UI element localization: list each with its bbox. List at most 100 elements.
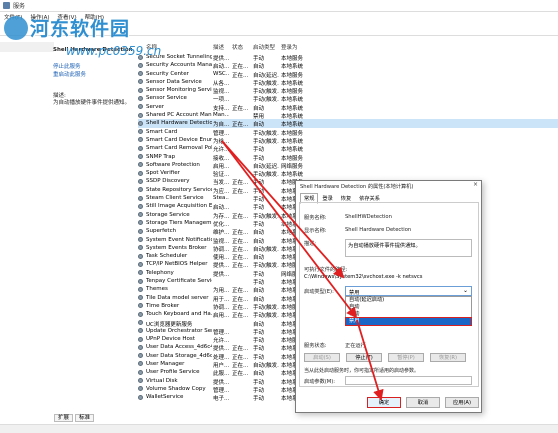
service-gear-icon: [138, 129, 143, 135]
table-row[interactable]: Software Protection启用...自动(延迟...网络服务: [138, 161, 558, 170]
table-row[interactable]: Smart Card管理...手动(触发...本地服务: [138, 128, 558, 137]
column-header: 名称 描述 状态 启动类型 登录为: [138, 42, 558, 52]
table-row[interactable]: Sensor Monitoring Service监视...手动(触发...本地…: [138, 86, 558, 95]
service-name-value: ShellHWDetection: [345, 214, 392, 220]
service-name-cell: Steam Client Service: [146, 195, 204, 202]
ok-button[interactable]: 确定: [367, 397, 401, 408]
service-status-label: 服务状态:: [304, 343, 327, 349]
dialog-title: Shell Hardware Detection 的属性(本地计算机): [300, 183, 414, 190]
service-name-cell: Superfetch: [146, 228, 177, 235]
service-gear-icon: [138, 311, 143, 317]
service-name-cell: Telephony: [146, 269, 174, 276]
service-gear-icon: [138, 336, 143, 342]
apply-button[interactable]: 应用(A): [445, 397, 479, 408]
table-row[interactable]: Shell Hardware Detection 为自... 正在... 自动 本地系统: [138, 119, 558, 128]
startup-type-value: 禁用: [349, 289, 360, 296]
service-gear-icon: [138, 369, 143, 375]
service-gear-icon: [138, 320, 143, 325]
service-desc-cell: Stea...: [213, 195, 229, 202]
startup-options-list: 自动(延迟启动) 自动 手动 禁用: [345, 296, 472, 326]
service-gear-icon: [138, 394, 143, 400]
properties-dialog: Shell Hardware Detection 的属性(本地计算机) × 常规…: [295, 180, 482, 413]
service-name-cell: Still Image Acquisition Ev...: [146, 203, 212, 210]
service-name-cell: Smart Card Removal Poli...: [146, 145, 212, 152]
service-gear-icon: [138, 270, 143, 276]
service-name-cell: Task Scheduler: [146, 253, 188, 260]
service-gear-icon: [138, 386, 143, 392]
service-name-cell: Tenpay Certificate Service: [146, 278, 212, 285]
table-row[interactable]: Smart Card Device Enum...为给...手动(触发...本地…: [138, 136, 558, 145]
service-name-cell: UPnP Device Host: [146, 336, 195, 343]
tab-standard[interactable]: 标准: [75, 414, 95, 422]
col-logon[interactable]: 登录为: [281, 43, 298, 51]
start-param-label: 启动参数(M):: [304, 379, 336, 385]
service-gear-icon: [138, 303, 143, 309]
service-gear-icon: [138, 237, 143, 243]
service-name-cell: WalletService: [146, 394, 184, 401]
start-param-input[interactable]: [345, 376, 472, 385]
table-row[interactable]: Secure Socket Tunneling ...提供...手动本地服务: [138, 53, 558, 62]
table-row[interactable]: SNMP Trap 接收... 手动 本地服务: [138, 153, 558, 162]
restart-service-link[interactable]: 重启动此服务: [53, 70, 86, 78]
col-startup[interactable]: 启动类型: [253, 43, 275, 51]
service-gear-icon: [138, 212, 143, 218]
table-row[interactable]: Server 支持... 正在... 自动 本地系统: [138, 103, 558, 112]
table-row[interactable]: Sensor Data Service从各...手动(触发...本地系统: [138, 78, 558, 87]
table-row[interactable]: Security CenterWSC...正在...自动(延迟...本地服务: [138, 70, 558, 79]
startup-option-delayed[interactable]: 自动(延迟启动): [346, 297, 471, 304]
startup-option-auto[interactable]: 自动: [346, 304, 471, 311]
cancel-button[interactable]: 取消: [406, 397, 440, 408]
service-name-cell: Sensor Monitoring Service: [146, 87, 212, 94]
service-gear-icon: [138, 328, 143, 334]
service-name-cell: Security Accounts Manag...: [146, 62, 212, 69]
service-gear-icon: [138, 261, 143, 267]
table-row[interactable]: Smart Card Removal Poli...允许...手动本地系统: [138, 144, 558, 153]
service-gear-icon: [138, 203, 143, 209]
start-param-hint: 当从此处启动服务时，你可指定所适用的启动参数。: [304, 368, 420, 374]
service-name-cell: SSDP Discovery: [146, 178, 190, 185]
startup-type-select[interactable]: 禁用 ⌄: [345, 286, 472, 296]
service-name-cell: State Repository Service: [146, 186, 212, 193]
chevron-down-icon: ⌄: [462, 287, 468, 294]
startup-option-manual[interactable]: 手动: [346, 311, 471, 318]
table-row[interactable]: Sensor Service一项...手动(触发...本地系统: [138, 94, 558, 103]
service-name-cell: User Manager: [146, 360, 185, 367]
tab-extended[interactable]: 扩展: [54, 414, 74, 422]
pause-button[interactable]: 暂停(P): [388, 353, 424, 362]
service-gear-icon: [138, 71, 143, 77]
table-row[interactable]: Shared PC Account Mana...Man...禁用本地系统: [138, 111, 558, 120]
service-gear-icon: [138, 228, 143, 234]
service-gear-icon: [138, 195, 143, 201]
service-desc-cell: Man...: [213, 112, 229, 119]
service-desc-cell: WSC...: [213, 70, 229, 77]
service-gear-icon: [138, 87, 143, 93]
exe-path-label: 可执行文件的路径:: [304, 267, 348, 273]
col-status[interactable]: 状态: [232, 43, 243, 51]
table-row[interactable]: Spot Verifier验证...手动(触发...本地系统: [138, 169, 558, 178]
service-name-cell: Storage Tiers Managem...: [146, 219, 212, 226]
startup-option-disabled[interactable]: 禁用: [345, 317, 472, 326]
start-button[interactable]: 启动(S): [304, 353, 340, 362]
dialog-body: 服务名称: ShellHWDetection 显示名称: Shell Hardw…: [299, 202, 479, 387]
service-name-cell: Software Protection: [146, 161, 200, 168]
stop-button[interactable]: 停止(T): [346, 353, 382, 362]
service-gear-icon: [138, 361, 143, 367]
service-desc-cell: 电子...: [213, 396, 229, 403]
table-row[interactable]: Security Accounts Manag...启动...正在...自动本地…: [138, 61, 558, 70]
service-gear-icon: [138, 178, 143, 184]
service-name-cell: User Data Access_4d6c497: [146, 344, 212, 351]
service-name-cell: Themes: [146, 286, 168, 293]
service-gear-icon: [138, 245, 143, 251]
left-panel: [0, 36, 54, 136]
close-icon[interactable]: ×: [473, 181, 478, 188]
stop-service-link[interactable]: 停止此服务: [53, 62, 81, 70]
resume-button[interactable]: 恢复(R): [430, 353, 466, 362]
service-gear-icon: [138, 253, 143, 259]
window-title: 服务: [13, 3, 26, 10]
service-name-cell: Smart Card: [146, 128, 178, 135]
col-desc[interactable]: 描述: [213, 43, 224, 51]
service-gear-icon: [138, 278, 143, 284]
service-name-cell: Spot Verifier: [146, 170, 180, 177]
service-name-cell: Virtual Disk: [146, 377, 178, 384]
title-bar: 服务: [0, 0, 558, 12]
